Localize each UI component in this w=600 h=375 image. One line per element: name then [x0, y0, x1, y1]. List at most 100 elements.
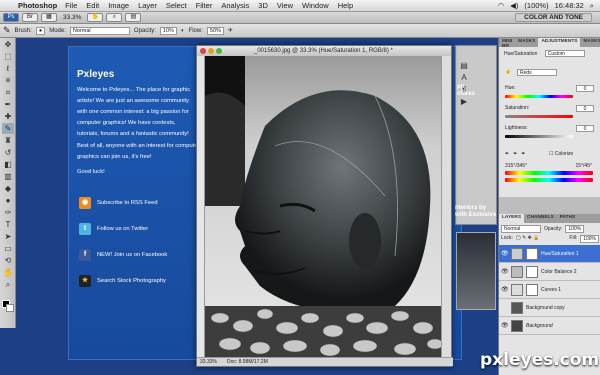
- tab-channels[interactable]: CHANNELS: [524, 214, 557, 223]
- saturation-input[interactable]: 0: [576, 105, 594, 112]
- ps-logo-icon[interactable]: Ps: [3, 13, 19, 22]
- layer-name[interactable]: Background: [526, 323, 553, 329]
- layer-name[interactable]: Hue/Saturation 1: [541, 251, 579, 257]
- layer-mask-thumb[interactable]: [526, 247, 538, 260]
- dock-icon-1[interactable]: ▤: [458, 60, 470, 71]
- 3d-rotate-tool-icon[interactable]: ⟲: [2, 255, 14, 266]
- battery-status[interactable]: (100%): [524, 1, 548, 10]
- dodge-tool-icon[interactable]: ●: [2, 195, 14, 206]
- eyedropper-plus-icon[interactable]: ✒: [513, 151, 517, 157]
- layer-opacity-input[interactable]: 100%: [565, 225, 585, 233]
- lasso-tool-icon[interactable]: ℓ: [2, 63, 14, 74]
- close-icon[interactable]: [200, 48, 206, 54]
- layer-name[interactable]: Color Balance 2: [541, 269, 577, 275]
- layer-mask-thumb[interactable]: [526, 283, 538, 296]
- view-extras-button[interactable]: ▦: [41, 13, 57, 22]
- lock-icons[interactable]: ▢ ✎ ✥ 🔒: [516, 235, 540, 243]
- brush-tool-preset-icon[interactable]: ✎: [3, 25, 11, 36]
- fill-input[interactable]: 100%: [580, 235, 599, 243]
- facebook-link-label[interactable]: NEW! Join us on Facebook: [97, 252, 167, 258]
- rss-link-label[interactable]: Subscribe to RSS Feed: [97, 200, 158, 206]
- healing-brush-tool-icon[interactable]: ✚: [2, 111, 14, 122]
- spotlight-icon[interactable]: ⌕: [590, 1, 594, 11]
- status-doc-info[interactable]: Doc: 8.98M/17.2M: [227, 359, 268, 365]
- menu-3d[interactable]: 3D: [258, 1, 268, 10]
- dock-icon-2[interactable]: A: [458, 72, 470, 83]
- pen-tool-icon[interactable]: ✑: [2, 207, 14, 218]
- document-titlebar[interactable]: _0015630.jpg @ 33.3% (Hue/Saturation 1, …: [197, 46, 451, 56]
- airbrush-icon[interactable]: ✈: [228, 27, 233, 34]
- vertical-ruler[interactable]: [197, 56, 205, 359]
- arrange-documents-button[interactable]: ▤: [125, 13, 142, 22]
- zoom-level[interactable]: 33.3%: [60, 14, 84, 21]
- brush-tool-icon[interactable]: ✎: [2, 123, 14, 134]
- hue-input[interactable]: 0: [576, 85, 594, 92]
- vertical-scrollbar[interactable]: [441, 56, 451, 359]
- zoom-window-icon[interactable]: [216, 48, 222, 54]
- range-bar-bottom[interactable]: [505, 178, 593, 182]
- menu-view[interactable]: View: [277, 1, 293, 10]
- hand-tool-icon[interactable]: ✋: [2, 267, 14, 278]
- eraser-tool-icon[interactable]: ◧: [2, 159, 14, 170]
- shape-tool-icon[interactable]: ▭: [2, 243, 14, 254]
- eyedropper-tool-icon[interactable]: ✒: [2, 99, 14, 110]
- channel-select[interactable]: Reds: [517, 69, 557, 76]
- clock[interactable]: 16:48:32: [555, 1, 584, 10]
- layer-row-background[interactable]: 👁 Background: [499, 317, 600, 335]
- site-title[interactable]: Pxleyes: [77, 69, 114, 80]
- menu-image[interactable]: Image: [108, 1, 129, 10]
- menu-select[interactable]: Select: [166, 1, 187, 10]
- menu-layer[interactable]: Layer: [138, 1, 157, 10]
- layer-name[interactable]: Background copy: [526, 305, 565, 311]
- mode-select[interactable]: Normal: [69, 26, 130, 35]
- tab-masks[interactable]: MASKS: [515, 38, 538, 47]
- menu-file[interactable]: File: [65, 1, 77, 10]
- stock-photo-link-label[interactable]: Search Stock Photography: [97, 278, 166, 284]
- blur-tool-icon[interactable]: ◆: [2, 183, 14, 194]
- eyedropper-icon[interactable]: ✒: [505, 151, 509, 157]
- eye-icon[interactable]: 👁: [501, 268, 509, 275]
- tab-adjustments[interactable]: ADJUSTMENTS: [538, 38, 581, 47]
- eye-icon[interactable]: 👁: [501, 322, 509, 329]
- layer-mask-thumb[interactable]: [526, 265, 538, 278]
- blend-mode-select[interactable]: Normal: [501, 225, 541, 233]
- layer-row-background-copy[interactable]: Background copy: [499, 299, 600, 317]
- lightness-input[interactable]: 0: [576, 125, 594, 132]
- zoom-tool-button[interactable]: ⌕: [106, 13, 123, 22]
- hue-slider[interactable]: [505, 95, 573, 98]
- bridge-button[interactable]: Br: [22, 13, 38, 22]
- colorize-checkbox[interactable]: ☐ Colorize: [549, 151, 573, 157]
- brush-picker[interactable]: ●: [35, 26, 46, 35]
- crop-tool-icon[interactable]: ⌗: [2, 87, 14, 98]
- menu-window[interactable]: Window: [302, 1, 329, 10]
- rss-link[interactable]: ◉ Subscribe to RSS Feed: [79, 197, 158, 209]
- preset-select[interactable]: Custom: [544, 50, 585, 57]
- hand-tool-button[interactable]: ✋: [87, 13, 104, 22]
- quick-select-tool-icon[interactable]: ✳: [2, 75, 14, 86]
- opacity-input[interactable]: 10%: [159, 26, 177, 35]
- status-zoom[interactable]: 33.33%: [200, 359, 217, 365]
- twitter-link[interactable]: t Follow us on Twitter: [79, 223, 148, 235]
- workspace-switcher[interactable]: COLOR AND TONE: [515, 13, 592, 22]
- eyedropper-minus-icon[interactable]: ✒: [521, 151, 525, 157]
- app-menu[interactable]: Photoshop: [18, 1, 57, 10]
- menu-analysis[interactable]: Analysis: [221, 1, 249, 10]
- menu-filter[interactable]: Filter: [196, 1, 213, 10]
- opacity-pressure-icon[interactable]: ◐: [181, 28, 185, 34]
- clone-stamp-tool-icon[interactable]: ♜: [2, 135, 14, 146]
- menu-help[interactable]: Help: [338, 1, 353, 10]
- image-canvas[interactable]: [205, 56, 443, 359]
- marquee-tool-icon[interactable]: ⬚: [2, 51, 14, 62]
- type-tool-icon[interactable]: T: [2, 219, 14, 230]
- layer-row-hue-saturation[interactable]: 👁 Hue/Saturation 1: [499, 245, 600, 263]
- facebook-link[interactable]: f NEW! Join us on Facebook: [79, 249, 167, 261]
- tab-masks-2[interactable]: MASKS: [580, 38, 600, 47]
- layer-row-color-balance[interactable]: 👁 Color Balance 2: [499, 263, 600, 281]
- wifi-icon[interactable]: ◠: [498, 1, 505, 10]
- menu-edit[interactable]: Edit: [86, 1, 99, 10]
- layer-name[interactable]: Curves 1: [541, 287, 561, 293]
- history-brush-tool-icon[interactable]: ↺: [2, 147, 14, 158]
- background-color-swatch[interactable]: [6, 304, 14, 312]
- gradient-tool-icon[interactable]: ▥: [2, 171, 14, 182]
- twitter-link-label[interactable]: Follow us on Twitter: [97, 226, 148, 232]
